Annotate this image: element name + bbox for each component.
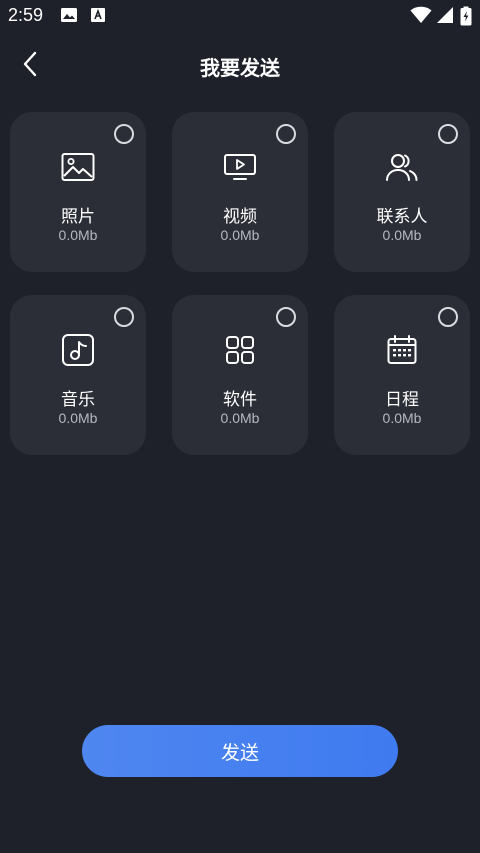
select-radio[interactable] [276, 124, 296, 144]
category-card-contacts[interactable]: 联系人 0.0Mb [334, 112, 470, 272]
category-label: 照片 [61, 207, 95, 227]
signal-icon [436, 6, 454, 28]
status-bar: 2:59 [0, 0, 480, 32]
contacts-icon [385, 152, 419, 186]
send-button-label: 发送 [220, 742, 259, 764]
calendar-icon [386, 334, 418, 370]
status-time: 2:59 [8, 5, 44, 25]
category-label: 联系人 [376, 207, 428, 227]
apps-icon [225, 335, 255, 369]
video-icon [223, 152, 257, 186]
image-icon [60, 6, 78, 28]
wifi-icon [410, 6, 432, 28]
category-size: 0.0Mb [220, 227, 260, 243]
music-icon [61, 333, 95, 371]
category-card-video[interactable]: 视频 0.0Mb [172, 112, 308, 272]
photo-icon [61, 152, 95, 186]
category-card-apps[interactable]: 软件 0.0Mb [172, 295, 308, 455]
category-card-photos[interactable]: 照片 0.0Mb [10, 112, 146, 272]
category-label: 视频 [223, 207, 257, 227]
category-size: 0.0Mb [58, 227, 98, 243]
send-button[interactable]: 发送 [82, 725, 398, 777]
category-label: 软件 [223, 390, 257, 410]
category-card-music[interactable]: 音乐 0.0Mb [10, 295, 146, 455]
category-size: 0.0Mb [382, 410, 422, 426]
font-a-icon [90, 6, 106, 28]
category-label: 日程 [385, 390, 419, 410]
category-label: 音乐 [61, 390, 95, 410]
category-card-calendar[interactable]: 日程 0.0Mb [334, 295, 470, 455]
header: 我要发送 [0, 40, 480, 88]
category-size: 0.0Mb [220, 410, 260, 426]
category-size: 0.0Mb [382, 227, 422, 243]
battery-charging-icon [460, 6, 472, 30]
page-title: 我要发送 [200, 56, 280, 80]
select-radio[interactable] [114, 124, 134, 144]
category-size: 0.0Mb [58, 410, 98, 426]
select-radio[interactable] [114, 307, 134, 327]
select-radio[interactable] [438, 124, 458, 144]
select-radio[interactable] [438, 307, 458, 327]
select-radio[interactable] [276, 307, 296, 327]
